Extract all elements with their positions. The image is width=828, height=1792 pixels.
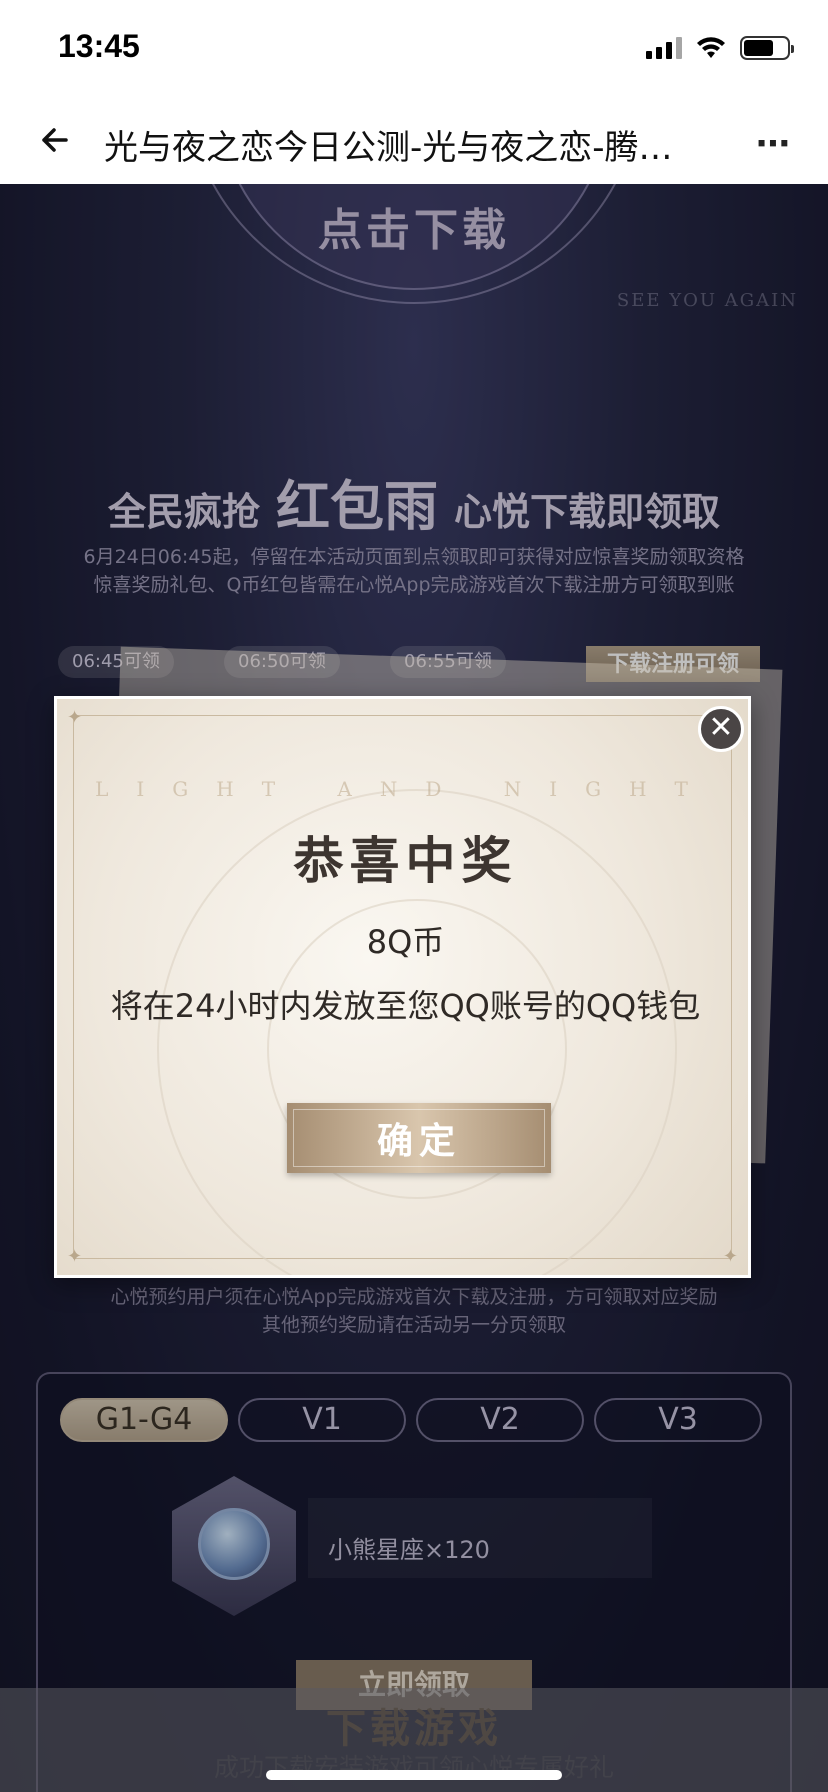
modal-title: 恭喜中奖 xyxy=(293,831,518,890)
prize-message: 将在24小时内发放至您QQ账号的QQ钱包 xyxy=(110,987,701,1025)
wifi-icon xyxy=(697,37,725,58)
battery-icon xyxy=(740,36,794,60)
home-indicator[interactable] xyxy=(266,1770,562,1780)
status-time: 13:45 xyxy=(58,28,140,64)
prize-modal: ✦ ✦ ✦ ✦ LIGHT AND NIGHT 恭喜中奖 8Q币 将在24小时内… xyxy=(54,696,751,1278)
star-icon: ✦ xyxy=(67,707,83,728)
confirm-button[interactable]: 确定 xyxy=(287,1103,551,1173)
cellular-signal-icon xyxy=(646,37,682,59)
modal-latin-text: LIGHT AND NIGHT xyxy=(95,777,716,801)
close-icon[interactable]: ✕ xyxy=(698,706,744,752)
more-options-icon[interactable]: ⋯ xyxy=(756,124,792,164)
back-arrow-icon[interactable] xyxy=(36,120,76,160)
page-title: 光与夜之恋今日公测-光与夜之恋-腾… xyxy=(104,128,673,168)
star-icon: ✦ xyxy=(722,1246,738,1267)
status-bar: 13:45 xyxy=(0,0,828,100)
star-icon: ✦ xyxy=(67,1246,83,1267)
status-icons xyxy=(646,36,794,60)
nav-bar: 光与夜之恋今日公测-光与夜之恋-腾… ⋯ xyxy=(0,100,828,184)
prize-amount: 8Q币 xyxy=(366,923,445,961)
